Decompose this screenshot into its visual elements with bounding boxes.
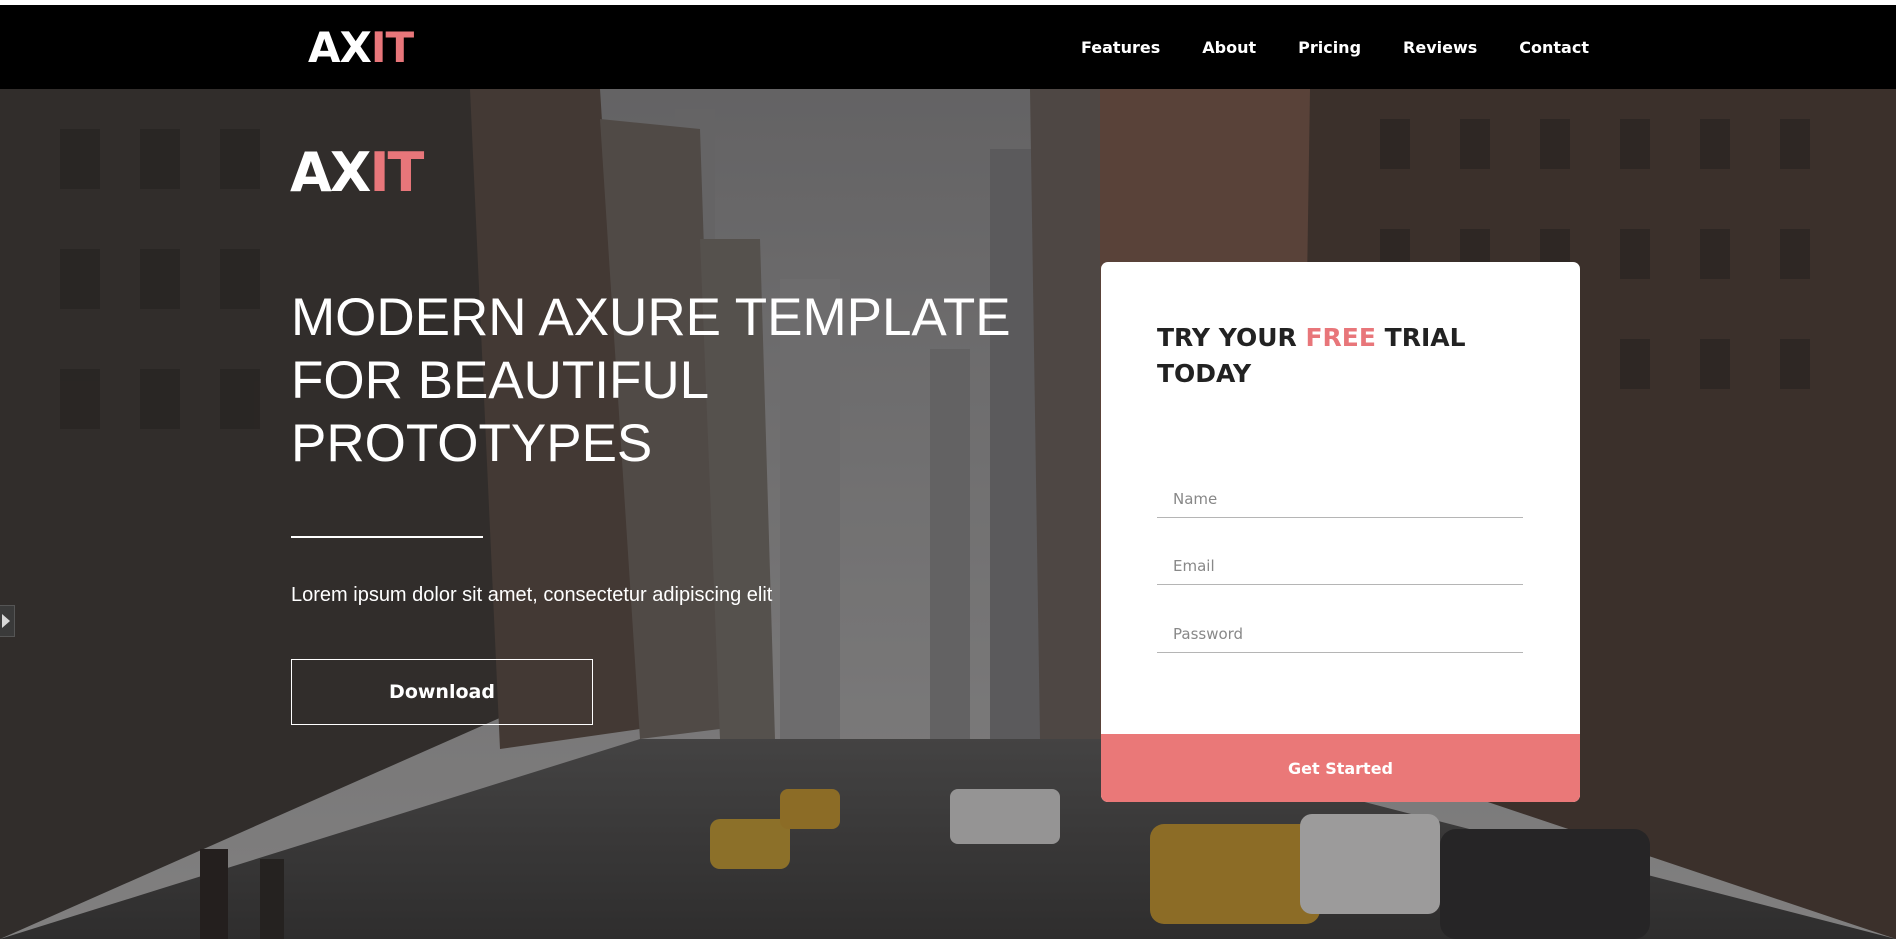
hero-logo-accent: IT <box>369 141 424 204</box>
hero-logo: AXIT <box>290 141 424 204</box>
nav-link-about[interactable]: About <box>1181 30 1277 65</box>
email-field[interactable] <box>1157 547 1523 585</box>
trial-heading-start: TRY YOUR <box>1157 323 1306 352</box>
hero-dark-overlay <box>0 89 1896 939</box>
trial-heading: TRY YOUR FREE TRIAL TODAY <box>1157 320 1537 392</box>
download-button[interactable]: Download <box>291 659 593 725</box>
nav-link-contact[interactable]: Contact <box>1498 30 1610 65</box>
hero-section: AXIT MODERN AXURE TEMPLATE FOR BEAUTIFUL… <box>0 89 1896 939</box>
get-started-button[interactable]: Get Started <box>1101 734 1580 802</box>
hero-logo-main: AX <box>290 141 371 204</box>
hero-title: MODERN AXURE TEMPLATE FOR BEAUTIFUL PROT… <box>291 286 1051 475</box>
side-panel-toggle[interactable] <box>0 605 15 637</box>
nav-link-pricing[interactable]: Pricing <box>1277 30 1382 65</box>
nav-link-reviews[interactable]: Reviews <box>1382 30 1498 65</box>
nav-link-features[interactable]: Features <box>1060 30 1181 65</box>
hero-divider <box>291 536 483 538</box>
nav-logo-accent: IT <box>370 23 414 72</box>
nav-menu: Features About Pricing Reviews Contact <box>1060 5 1610 89</box>
top-navbar: AXIT Features About Pricing Reviews Cont… <box>0 5 1896 89</box>
hero-title-line-3: PROTOTYPES <box>291 414 653 473</box>
nav-logo-main: AX <box>308 23 372 72</box>
trial-heading-accent: FREE <box>1305 323 1376 352</box>
landing-page: AXIT Features About Pricing Reviews Cont… <box>0 0 1896 939</box>
hero-subtitle: Lorem ipsum dolor sit amet, consectetur … <box>291 584 773 606</box>
trial-signup-card: TRY YOUR FREE TRIAL TODAY Get Started <box>1101 262 1580 802</box>
nav-logo[interactable]: AXIT <box>308 23 414 72</box>
name-field[interactable] <box>1157 480 1523 518</box>
hero-title-line-2: FOR BEAUTIFUL <box>291 351 710 410</box>
password-field[interactable] <box>1157 615 1523 653</box>
hero-title-line-1: MODERN AXURE TEMPLATE <box>291 288 1011 347</box>
